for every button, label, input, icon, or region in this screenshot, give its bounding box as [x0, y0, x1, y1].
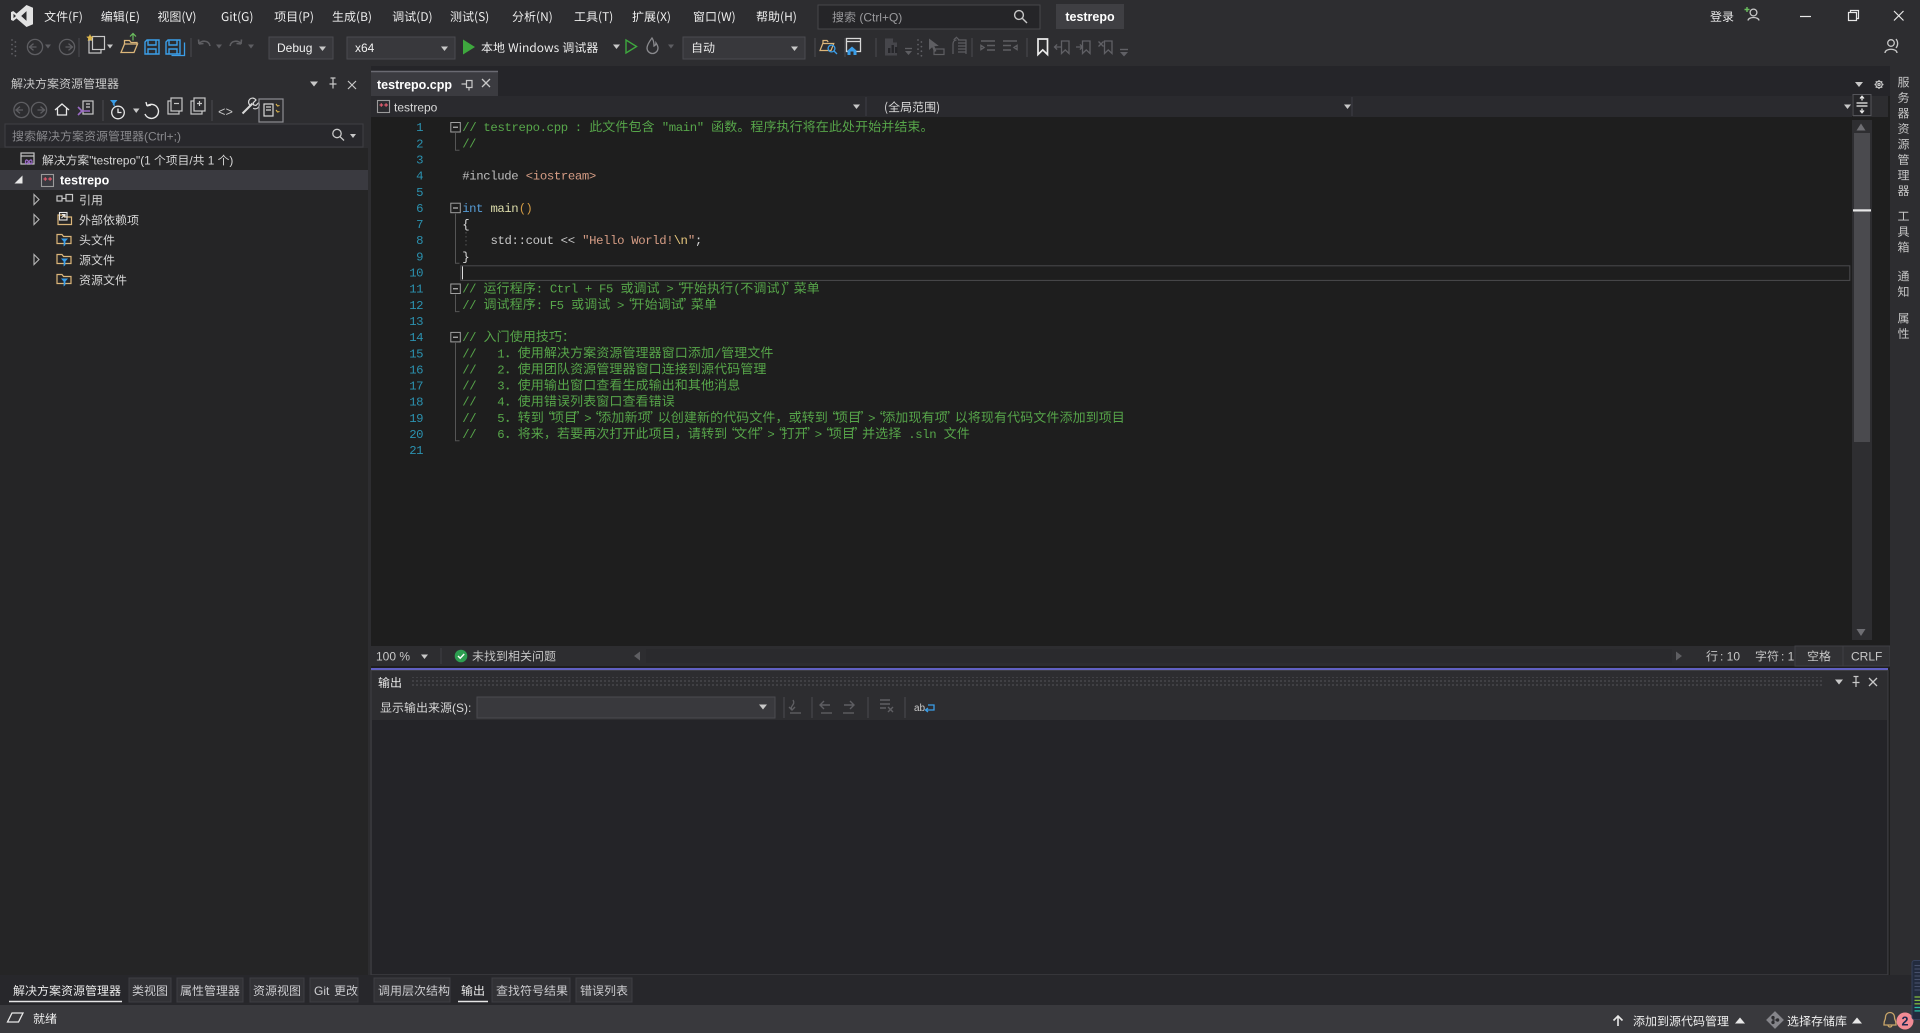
svg-text:>: > [767, 428, 774, 442]
svg-text:): ) [780, 283, 787, 297]
svg-text:>: > [610, 299, 624, 313]
svg-text:std::cout <<: std::cout << [491, 234, 583, 248]
svg-text:CRLF: CRLF [1851, 650, 1882, 664]
svg-text:#include: #include [462, 170, 525, 184]
svg-text:// testrepo.cpp :: // testrepo.cpp : [462, 121, 589, 135]
svg-text:main: main [491, 202, 519, 216]
svg-text:{: { [462, 218, 469, 232]
svg-text:(Ctrl+;): (Ctrl+;) [144, 130, 181, 144]
svg-text:testrepo: testrepo [60, 174, 110, 188]
svg-text://: // [462, 137, 476, 151]
svg-text:2: 2 [416, 137, 423, 151]
svg-text:10: 10 [409, 267, 423, 281]
svg-text:5: 5 [416, 186, 423, 200]
svg-text:16: 16 [409, 363, 423, 377]
svg-text:testrepo: testrepo [394, 101, 438, 115]
svg-text:(: ( [733, 283, 740, 297]
svg-text:;: ; [695, 234, 702, 248]
svg-text:// 3: // 3 [462, 380, 504, 394]
svg-text:7: 7 [416, 218, 423, 232]
svg-text:): ) [229, 154, 233, 168]
svg-text://: // [462, 299, 483, 313]
svg-text:\n: \n [674, 234, 688, 248]
svg-text:: F5: : F5 [536, 299, 571, 313]
svg-text:>: > [660, 283, 674, 297]
svg-text:int: int [462, 202, 483, 216]
svg-text:: Ctrl + F5: : Ctrl + F5 [536, 283, 621, 297]
svg-text:20: 20 [409, 428, 423, 442]
svg-text:ab: ab [914, 703, 926, 714]
svg-text:Debug: Debug [277, 41, 312, 55]
svg-text:>: > [815, 428, 822, 442]
svg-text:17: 17 [409, 380, 423, 394]
svg-text:13: 13 [409, 315, 423, 329]
svg-text:14: 14 [409, 331, 423, 345]
svg-text:1: 1 [205, 154, 218, 168]
svg-text:6: 6 [416, 202, 423, 216]
svg-text:12: 12 [409, 299, 423, 313]
svg-text:11: 11 [409, 283, 423, 297]
svg-text://: // [462, 331, 483, 345]
svg-text:>: > [868, 412, 875, 426]
svg-text:2: 2 [1902, 1015, 1909, 1029]
svg-text:3: 3 [416, 154, 423, 168]
svg-text://: // [462, 283, 483, 297]
svg-text:// 6: // 6 [462, 428, 504, 442]
svg-text:"testrepo"(1: "testrepo"(1 [89, 154, 154, 168]
svg-text:// 5: // 5 [462, 412, 504, 426]
svg-text:(S):: (S): [452, 701, 471, 715]
svg-text:// 2: // 2 [462, 363, 504, 377]
svg-text:testrepo: testrepo [1065, 10, 1115, 24]
svg-text:<iostream>: <iostream> [526, 170, 597, 184]
svg-text:x64: x64 [355, 41, 375, 55]
svg-text:15: 15 [409, 347, 423, 361]
svg-text:1: 1 [416, 121, 423, 135]
svg-text:// 4: // 4 [462, 396, 504, 410]
svg-text:"Hello World!: "Hello World! [582, 234, 674, 248]
svg-text:8: 8 [416, 234, 423, 248]
svg-text:.sln: .sln [901, 428, 943, 442]
svg-text:18: 18 [409, 396, 423, 410]
svg-text:Git: Git [314, 984, 330, 998]
svg-text:}: } [462, 250, 469, 264]
svg-text:(): () [519, 202, 533, 216]
svg-text:21: 21 [409, 444, 423, 458]
svg-text:: 1: : 1 [1781, 650, 1795, 664]
svg-text:// 1: // 1 [462, 347, 504, 361]
svg-text:9: 9 [416, 250, 423, 264]
svg-text:19: 19 [409, 412, 423, 426]
svg-text:<>: <> [218, 106, 233, 120]
svg-text:: 10: : 10 [1720, 650, 1740, 664]
svg-text:"main": "main" [655, 121, 711, 135]
svg-text:testrepo.cpp: testrepo.cpp [377, 78, 452, 92]
svg-text:(Ctrl+Q): (Ctrl+Q) [856, 11, 902, 25]
svg-text:>: > [584, 412, 591, 426]
svg-text:4: 4 [416, 170, 423, 184]
svg-text:100 %: 100 % [376, 650, 410, 664]
svg-text:/: / [714, 347, 721, 361]
